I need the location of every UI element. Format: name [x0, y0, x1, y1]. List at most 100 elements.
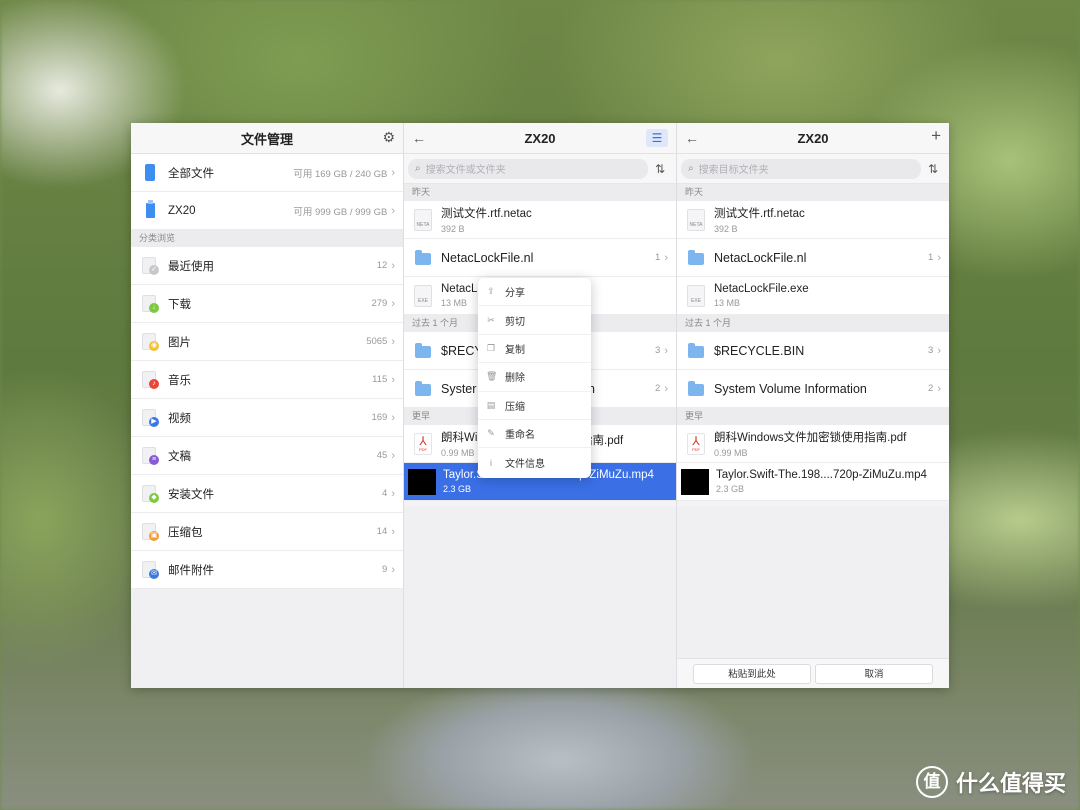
context-menu-item[interactable]: ❐ 复制	[478, 335, 591, 364]
category-count: 5065	[366, 336, 388, 347]
target-folder-pane: ← ZX20 + ⌕ 搜索目标文件夹 ⇅ 昨天 NETA 测试文件.rtf.neta…	[677, 123, 949, 688]
paste-here-button[interactable]: 粘贴到此处	[693, 663, 811, 684]
context-menu-item[interactable]: 🗑 删除	[478, 363, 591, 392]
chevron-right-icon: ›	[664, 251, 668, 264]
context-menu-item[interactable]: ✎ 重命名	[478, 420, 591, 449]
cancel-button[interactable]: 取消	[815, 663, 933, 684]
date-section-header: 更早	[677, 408, 949, 425]
file-row[interactable]: ⅄ PDF 朗科Windows文件加密锁使用指南.pdf 0.99 MB	[677, 425, 949, 463]
sort-icon[interactable]: ⇅	[921, 162, 945, 176]
category-icon: ✉	[139, 557, 161, 583]
category-item[interactable]: ▶ 视频 169 ›	[131, 399, 403, 437]
list-view-icon[interactable]: ☰	[646, 129, 668, 147]
watermark: 值 什么值得买	[915, 766, 1066, 798]
context-menu-label: 压缩	[505, 401, 525, 413]
document-icon: NETA	[412, 207, 434, 233]
category-item[interactable]: ♪ 音乐 115 ›	[131, 361, 403, 399]
empty-area	[404, 507, 676, 688]
usb-drive-icon	[139, 198, 161, 224]
category-item[interactable]: ≡ 文稿 45 ›	[131, 437, 403, 475]
folder-row[interactable]: System Volume Information 2 ›	[677, 370, 949, 408]
plus-icon[interactable]: +	[931, 126, 941, 146]
search-icon: ⌕	[415, 163, 421, 174]
document-icon: EXE	[685, 283, 707, 309]
category-icon: ≡	[139, 443, 161, 469]
category-count: 169	[371, 412, 388, 423]
category-item[interactable]: ✉ 邮件附件 9 ›	[131, 551, 403, 589]
action-bar: 粘贴到此处 取消	[677, 658, 949, 688]
video-thumbnail	[408, 468, 436, 495]
file-name: NetacLockFile.nl	[441, 250, 534, 265]
file-name: Syster	[441, 381, 477, 396]
folder-title: ZX20	[524, 130, 556, 146]
file-row[interactable]: EXE NetacLockFile.exe 13 MB	[677, 277, 949, 315]
folder-row[interactable]: $RECYCLE.BIN 3 ›	[677, 332, 949, 370]
folder-row[interactable]: NetacLockFile.nl 1 ›	[404, 239, 676, 277]
chevron-right-icon: ›	[391, 411, 395, 424]
category-item[interactable]: ◉ 图片 5065 ›	[131, 323, 403, 361]
category-item[interactable]: ✓ 最近使用 12 ›	[131, 247, 403, 285]
pdf-icon: ⅄ PDF	[412, 431, 434, 457]
search-placeholder: 搜索目标文件夹	[698, 165, 769, 176]
search-input[interactable]: ⌕ 搜索文件或文件夹	[408, 158, 648, 179]
chevron-right-icon: ›	[391, 335, 395, 348]
context-menu-item[interactable]: i 文件信息	[478, 448, 591, 476]
storage-label: ZX20	[168, 204, 196, 217]
chevron-right-icon: ›	[664, 344, 668, 357]
category-icon: ↓	[139, 291, 161, 317]
share-icon: ⇪	[487, 286, 495, 297]
context-menu-item[interactable]: ▤ 压缩	[478, 392, 591, 420]
category-icon: ▣	[139, 519, 161, 545]
item-count: 1	[928, 252, 934, 263]
storage-capacity: 可用 999 GB / 999 GB	[293, 206, 388, 218]
item-count: 3	[655, 345, 661, 356]
item-count: 3	[928, 345, 934, 356]
nav-header: 文件管理 ⚙	[131, 123, 403, 154]
category-label: 压缩包	[168, 526, 203, 539]
category-count: 115	[372, 374, 388, 385]
file-size: 392 B	[714, 224, 738, 234]
search-bar: ⌕ 搜索目标文件夹 ⇅	[677, 154, 949, 184]
back-arrow-icon[interactable]: ←	[412, 130, 426, 146]
search-icon: ⌕	[688, 163, 694, 174]
file-name: NetacLockFile.exe	[714, 283, 809, 295]
category-label: 文稿	[168, 450, 191, 463]
category-icon: ◉	[139, 329, 161, 355]
context-menu-item[interactable]: ⇪ 分享	[478, 278, 591, 307]
category-label: 音乐	[168, 374, 191, 387]
category-item[interactable]: ◆ 安装文件 4 ›	[131, 475, 403, 513]
file-name: NetacLockFile.nl	[714, 250, 807, 265]
compress-icon: ▤	[486, 399, 496, 410]
chevron-right-icon: ›	[391, 563, 395, 576]
category-item[interactable]: ↓ 下载 279 ›	[131, 285, 403, 323]
context-menu: ⇪ 分享 ✂ 剪切 ❐ 复制 🗑 删除 ▤ 压缩 ✎ 重命名 i 文件信息	[478, 278, 591, 478]
file-size: 13 MB	[714, 298, 741, 308]
folder-icon	[685, 338, 707, 364]
storage-item-all-files[interactable]: 全部文件 可用 169 GB / 240 GB ›	[131, 154, 403, 192]
file-name: 朗科Windows文件加密锁使用指南.pdf	[714, 432, 907, 444]
chevron-right-icon: ›	[664, 382, 668, 395]
source-header: ← ZX20 ☰	[404, 123, 676, 154]
copy-icon: ❐	[486, 342, 496, 353]
chevron-right-icon: ›	[391, 297, 395, 310]
search-input[interactable]: ⌕ 搜索目标文件夹	[681, 158, 921, 179]
folder-row[interactable]: NetacLockFile.nl 1 ›	[677, 239, 949, 277]
storage-item-zx20[interactable]: ZX20 可用 999 GB / 999 GB ›	[131, 192, 403, 230]
watermark-text: 什么值得买	[955, 771, 1066, 796]
category-icon: ▶	[139, 405, 161, 431]
file-name: $RECY	[441, 343, 483, 358]
pencil-icon: ✎	[487, 428, 495, 439]
chevron-right-icon: ›	[391, 449, 395, 462]
gear-icon[interactable]: ⚙	[382, 129, 395, 146]
file-row[interactable]: NETA 测试文件.rtf.netac 392 B	[677, 201, 949, 239]
empty-area	[677, 507, 949, 658]
file-row[interactable]: Taylor.Swift-The.198....720p-ZiMuZu.mp4 2…	[677, 463, 949, 501]
file-row[interactable]: NETA 测试文件.rtf.netac 392 B	[404, 201, 676, 239]
file-name: NetacL	[441, 283, 478, 295]
category-item[interactable]: ▣ 压缩包 14 ›	[131, 513, 403, 551]
context-menu-label: 文件信息	[505, 459, 545, 471]
sort-icon[interactable]: ⇅	[648, 162, 672, 176]
category-label: 视频	[168, 412, 191, 425]
back-arrow-icon[interactable]: ←	[685, 130, 699, 146]
context-menu-item[interactable]: ✂ 剪切	[478, 306, 591, 335]
